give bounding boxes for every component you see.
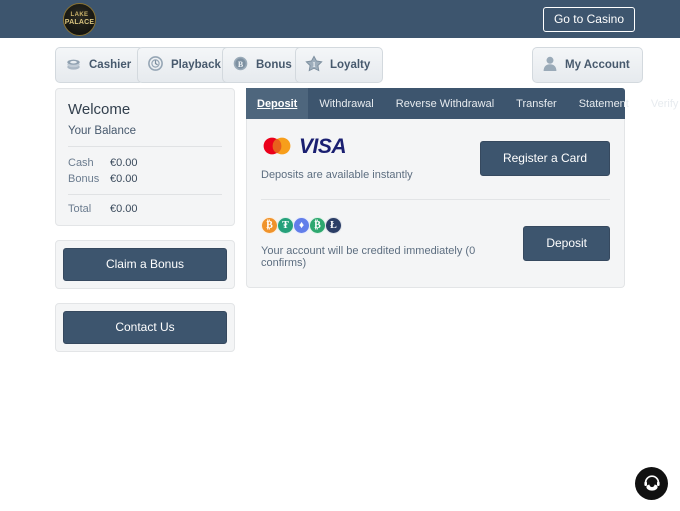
- nav-button-my-account[interactable]: My Account: [532, 47, 643, 83]
- nav-button-loyalty[interactable]: 1 Loyalty: [295, 47, 384, 83]
- bonus-coin-icon: B: [232, 55, 249, 75]
- bitcoin-icon: ₿: [261, 217, 278, 234]
- balance-row-cash: Cash €0.00: [68, 155, 222, 171]
- coin-stack-icon: [65, 55, 82, 75]
- nav-label-my-account: My Account: [565, 59, 630, 71]
- live-chat-widget-button[interactable]: [635, 467, 668, 500]
- ethereum-icon: ♦: [293, 217, 310, 234]
- logo-line-1: LAKE: [70, 12, 89, 18]
- nav-button-bonus[interactable]: B Bonus: [222, 47, 305, 83]
- nav-label-loyalty: Loyalty: [330, 59, 371, 71]
- primary-nav-row: Cashier Playback B Bonus 1 Loyalty My Ac…: [0, 38, 680, 88]
- balance-row-bonus: Bonus €0.00: [68, 171, 222, 187]
- payment-method-cards: VISA Deposits are available instantly Re…: [261, 119, 610, 199]
- payment-note-crypto: Your account will be credited immediatel…: [261, 245, 476, 269]
- loyalty-star-icon: 1: [305, 54, 323, 76]
- welcome-title: Welcome: [68, 101, 131, 118]
- nav-label-cashier: Cashier: [89, 59, 132, 71]
- balance-value-bonus: €0.00: [110, 173, 138, 185]
- user-avatar-icon: [542, 55, 558, 75]
- contact-us-button[interactable]: Contact Us: [63, 311, 227, 344]
- cashier-tab-bar: Deposit Withdrawal Reverse Withdrawal Tr…: [246, 88, 680, 119]
- payment-note-cards: Deposits are available instantly: [261, 169, 413, 181]
- payment-method-cards-info: VISA Deposits are available instantly: [261, 135, 413, 181]
- svg-text:B: B: [238, 60, 244, 69]
- go-to-casino-button[interactable]: Go to Casino: [542, 7, 635, 32]
- nav-label-playback: Playback: [171, 59, 221, 71]
- payment-method-crypto: ₿ ₮ ♦ ₿ Ł Your account will be credited …: [261, 199, 610, 287]
- crypto-coin-icons: ₿ ₮ ♦ ₿ Ł: [261, 217, 523, 234]
- balance-label-bonus: Bonus: [68, 173, 100, 185]
- mastercard-logo: [261, 136, 293, 159]
- claim-a-bonus-button[interactable]: Claim a Bonus: [63, 248, 227, 281]
- contact-us-card: Contact Us: [55, 303, 235, 352]
- balance-card: Welcome Your Balance Cash €0.00 Bonus €0…: [55, 88, 235, 226]
- crypto-deposit-button[interactable]: Deposit: [523, 225, 610, 261]
- visa-logo: VISA: [299, 135, 347, 158]
- tab-reverse-withdrawal[interactable]: Reverse Withdrawal: [385, 88, 505, 119]
- svg-text:1: 1: [312, 61, 316, 69]
- lake-palace-logo[interactable]: LAKE PALACE: [63, 3, 96, 36]
- cashier-panel: Deposit Withdrawal Reverse Withdrawal Tr…: [246, 88, 680, 288]
- balance-label-total: Total: [68, 203, 92, 215]
- headset-support-icon: [641, 471, 663, 496]
- balance-value-cash: €0.00: [110, 157, 138, 169]
- balance-value-total: €0.00: [110, 203, 138, 215]
- tab-transfer[interactable]: Transfer: [505, 88, 568, 119]
- nav-button-playback[interactable]: Playback: [137, 47, 234, 83]
- tab-deposit[interactable]: Deposit: [246, 88, 309, 119]
- logo-line-2: PALACE: [64, 19, 95, 26]
- card-brand-logos: VISA: [261, 135, 413, 159]
- balance-row-total: Total €0.00: [68, 195, 222, 215]
- litecoin-icon: Ł: [325, 217, 342, 234]
- nav-button-cashier[interactable]: Cashier: [55, 47, 145, 83]
- tether-icon: ₮: [277, 217, 294, 234]
- balance-heading: Your Balance: [68, 125, 222, 147]
- tab-verify-id[interactable]: Verify ID: [640, 88, 680, 119]
- balance-rows: Cash €0.00 Bonus €0.00: [68, 147, 222, 195]
- tab-withdrawal[interactable]: Withdrawal: [308, 88, 384, 119]
- register-a-card-button[interactable]: Register a Card: [479, 141, 610, 176]
- deposit-panel-body: VISA Deposits are available instantly Re…: [246, 119, 625, 288]
- tab-statement[interactable]: Statement: [568, 88, 640, 119]
- bitcoin-cash-icon: ₿: [309, 217, 326, 234]
- top-header-bar: LAKE PALACE Go to Casino: [0, 0, 680, 38]
- payment-method-crypto-info: ₿ ₮ ♦ ₿ Ł Your account will be credited …: [261, 217, 523, 269]
- nav-label-bonus: Bonus: [256, 59, 292, 71]
- balance-label-cash: Cash: [68, 157, 94, 169]
- playback-disc-icon: [147, 55, 164, 75]
- sidebar: Welcome Your Balance Cash €0.00 Bonus €0…: [55, 88, 235, 352]
- claim-bonus-card: Claim a Bonus: [55, 240, 235, 289]
